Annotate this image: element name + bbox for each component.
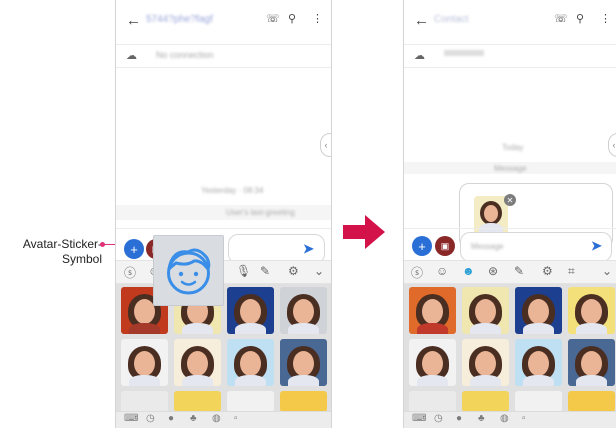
avatar-sticker[interactable] [280, 339, 327, 386]
gif-search-icon[interactable]: ⊛ [488, 264, 498, 278]
more-menu-icon[interactable]: ⋮ [600, 12, 611, 25]
avatar-sticker[interactable] [409, 287, 456, 334]
more-menu-icon[interactable]: ⋮ [312, 12, 323, 25]
chevron-down-icon[interactable]: ⌄ [314, 264, 324, 278]
message-input[interactable]: Message [460, 232, 612, 262]
avatar-sticker[interactable] [121, 391, 168, 412]
connection-status: No connection [156, 50, 214, 60]
avatar-sticker[interactable] [515, 339, 562, 386]
avatar-sticker-symbol-zoom [153, 235, 224, 306]
sticker-icon[interactable]: ⓢ [411, 264, 423, 281]
chevron-down-icon[interactable]: ⌄ [602, 264, 612, 278]
remove-sticker-close-icon[interactable]: ✕ [504, 194, 516, 206]
handwriting-icon[interactable]: ✎ [514, 264, 524, 278]
callout-label: Avatar-Sticker- Symbol [22, 237, 102, 266]
search-icon[interactable]: ⚲ [288, 12, 296, 25]
send-icon[interactable]: ➤ [591, 238, 602, 254]
avatar-sticker[interactable] [121, 339, 168, 386]
add-attachment-button[interactable]: + [124, 239, 144, 259]
sticker-icon[interactable]: ⓢ [124, 264, 136, 281]
handwriting-icon[interactable]: ✎ [260, 264, 270, 278]
avatar-sticker-symbol-icon [167, 248, 211, 295]
more-icon[interactable]: ▫ [522, 413, 526, 424]
call-icon[interactable]: ☏ [266, 12, 280, 25]
system-message-row: Message [404, 162, 616, 174]
avatar-sticker[interactable] [462, 339, 509, 386]
resize-icon[interactable]: ⌗ [568, 264, 575, 279]
avatar-sticker[interactable] [462, 391, 509, 412]
collapse-handle[interactable]: ‹ [608, 133, 616, 157]
settings-icon[interactable]: ⚙ [288, 264, 299, 278]
avatar-sticker[interactable] [515, 391, 562, 412]
stickers-icon[interactable]: ♣ [190, 413, 197, 424]
avatar-sticker[interactable] [280, 287, 327, 334]
cloud-off-icon: ☁ [126, 50, 137, 62]
gif-icon[interactable]: ◍ [500, 413, 509, 424]
message-placeholder: Message [471, 242, 504, 251]
transition-arrow-icon [343, 215, 385, 254]
system-message-1: Today [502, 143, 524, 152]
avatar-sticker[interactable] [568, 391, 615, 412]
system-message-row: User's last-greeting [116, 205, 331, 220]
app-bar: ← Contact ☏ ⚲ ⋮ [404, 0, 616, 45]
recent-icon[interactable]: ◷ [146, 413, 155, 424]
avatar-sticker[interactable] [280, 391, 327, 412]
avatar-sticker-icon[interactable]: ☻ [462, 264, 475, 278]
mic-icon[interactable]: 🎙 [236, 264, 251, 278]
avatar-sticker[interactable] [409, 339, 456, 386]
contact-title: Contact [434, 14, 469, 25]
collapse-handle[interactable]: ‹ [320, 133, 331, 157]
phone-screen-before: ← 5744?phe?fagf ☏ ⚲ ⋮ ☁ No connection ‹ … [115, 0, 332, 428]
stickers-icon[interactable]: ♣ [478, 413, 485, 424]
avatar-sticker-grid [404, 284, 616, 412]
connection-banner: ☁ [404, 45, 616, 68]
send-icon[interactable]: ➤ [303, 241, 314, 257]
keyboard-icon[interactable]: ⌨ [412, 413, 426, 424]
more-icon[interactable]: ▫ [234, 413, 238, 424]
avatar-sticker[interactable] [227, 339, 274, 386]
avatar-sticker[interactable] [409, 391, 456, 412]
contact-title: 5744?phe?fagf [146, 14, 213, 25]
gif-icon[interactable]: ◍ [212, 413, 221, 424]
avatar-sticker[interactable] [462, 287, 509, 334]
avatar-icon[interactable]: ● [168, 413, 174, 424]
sticker-tray: ⌨ ◷ ● ♣ ◍ ▫ [116, 411, 331, 428]
sticker-tray: ⌨ ◷ ● ♣ ◍ ▫ [404, 411, 616, 428]
connection-banner: ☁ No connection [116, 45, 331, 68]
recent-icon[interactable]: ◷ [434, 413, 443, 424]
avatar-sticker[interactable] [174, 339, 221, 386]
emoji-icon[interactable]: ☺ [436, 264, 448, 278]
avatar-sticker[interactable] [568, 287, 615, 334]
avatar-sticker[interactable] [227, 287, 274, 334]
add-attachment-button[interactable]: + [412, 236, 432, 256]
settings-icon[interactable]: ⚙ [542, 264, 553, 278]
phone-screen-after: ← Contact ☏ ⚲ ⋮ ☁ ‹ Today Message ✕ + ▣ … [403, 0, 616, 428]
search-icon[interactable]: ⚲ [576, 12, 584, 25]
keyboard-toolbar: ⓢ ☺ ☻ ⊛ ✎ ⚙ ⌗ ⌄ [404, 260, 616, 284]
avatar-sticker[interactable] [568, 339, 615, 386]
avatar-sticker[interactable] [227, 391, 274, 412]
keyboard-icon[interactable]: ⌨ [124, 413, 138, 424]
avatar-icon[interactable]: ● [456, 413, 462, 424]
avatar-sticker[interactable] [515, 287, 562, 334]
app-bar: ← 5744?phe?fagf ☏ ⚲ ⋮ [116, 0, 331, 45]
camera-gif-button[interactable]: ▣ [435, 236, 455, 256]
avatar-sticker[interactable] [174, 391, 221, 412]
back-arrow-icon[interactable]: ← [414, 12, 429, 29]
cloud-off-icon: ☁ [414, 50, 425, 62]
system-message-2: Message [494, 164, 527, 173]
system-message-1: Yesterday · 08:34 [201, 186, 264, 195]
call-icon[interactable]: ☏ [554, 12, 568, 25]
system-message-2: User's last-greeting [226, 208, 295, 217]
back-arrow-icon[interactable]: ← [126, 12, 141, 29]
connection-status [444, 50, 484, 56]
